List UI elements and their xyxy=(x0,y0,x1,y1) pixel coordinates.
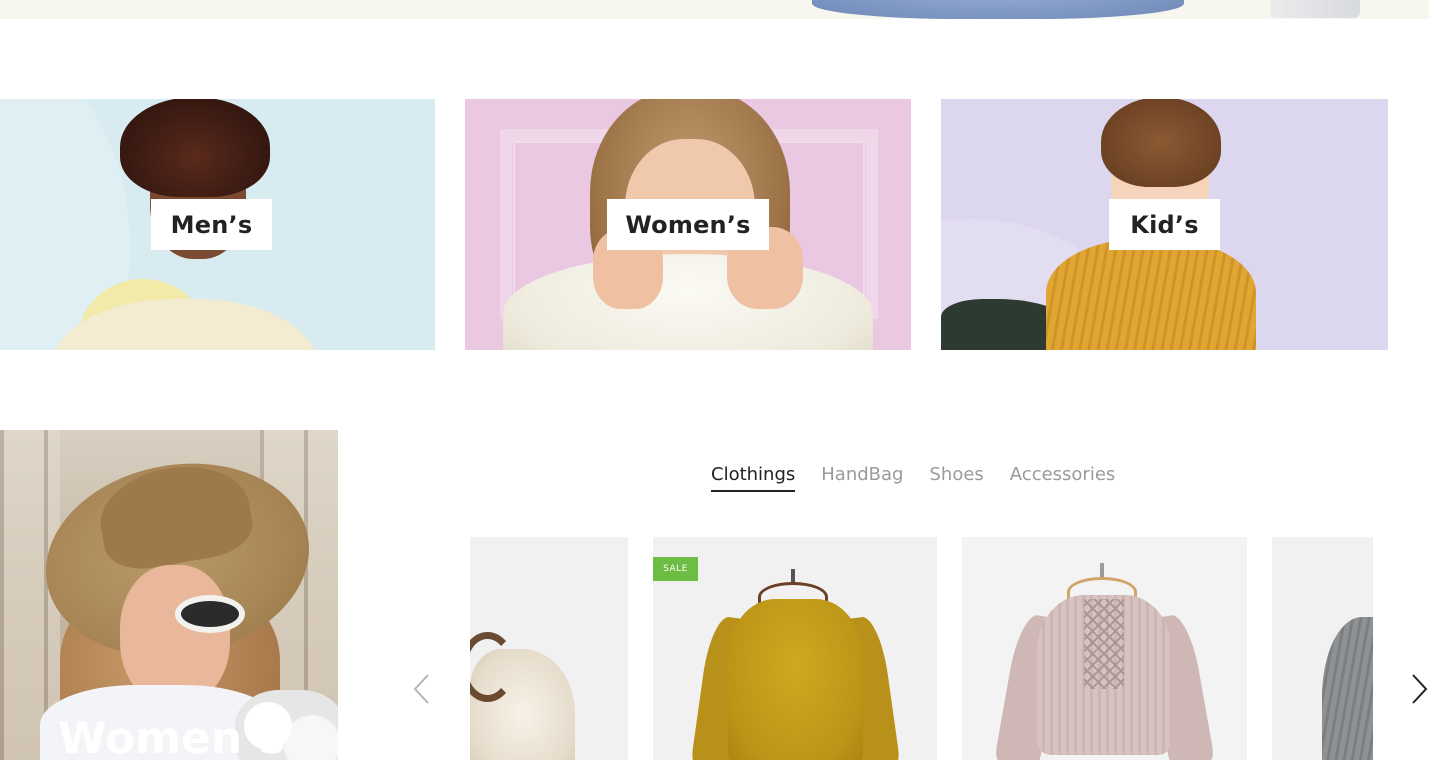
product-card-pink-sweater[interactable] xyxy=(962,537,1247,760)
top-banner-strip xyxy=(0,0,1429,19)
lace-detail xyxy=(1084,599,1124,689)
sweater-shape xyxy=(1046,239,1256,350)
promo-title: Women’s xyxy=(58,713,286,760)
model-face xyxy=(120,565,230,705)
chevron-right-icon xyxy=(1412,674,1428,704)
sweater-image xyxy=(1322,617,1373,760)
tab-accessories[interactable]: Accessories xyxy=(1010,464,1116,492)
promo-banner-women[interactable]: Women’s xyxy=(0,430,338,760)
category-banner-kids[interactable]: Kid’s xyxy=(941,99,1388,350)
product-card-grey-sweater[interactable] xyxy=(1272,537,1373,760)
carousel-next-button[interactable] xyxy=(1410,673,1429,705)
sunglasses xyxy=(175,595,245,633)
knit-product-image xyxy=(812,0,1184,19)
carousel-prev-button[interactable] xyxy=(412,673,432,705)
category-banner-men[interactable]: Men’s xyxy=(0,99,435,350)
product-card-mustard-sweater[interactable]: SALE xyxy=(653,537,937,760)
tab-clothings[interactable]: Clothings xyxy=(711,464,796,492)
model-hair xyxy=(120,99,270,197)
sweater-image xyxy=(728,599,863,760)
model-hair xyxy=(1101,99,1221,187)
chevron-left-icon xyxy=(413,674,429,704)
accessory-image xyxy=(1270,0,1360,18)
category-label-kids[interactable]: Kid’s xyxy=(1109,199,1220,250)
category-label-women[interactable]: Women’s xyxy=(607,199,769,250)
product-card-handbag[interactable] xyxy=(470,537,628,760)
tab-shoes[interactable]: Shoes xyxy=(929,464,983,492)
sale-badge: SALE xyxy=(653,557,698,581)
category-banner-women[interactable]: Women’s xyxy=(465,99,911,350)
product-tabs: Clothings HandBag Shoes Accessories xyxy=(711,464,1141,492)
tab-handbag[interactable]: HandBag xyxy=(821,464,903,492)
category-label-men[interactable]: Men’s xyxy=(151,199,272,250)
